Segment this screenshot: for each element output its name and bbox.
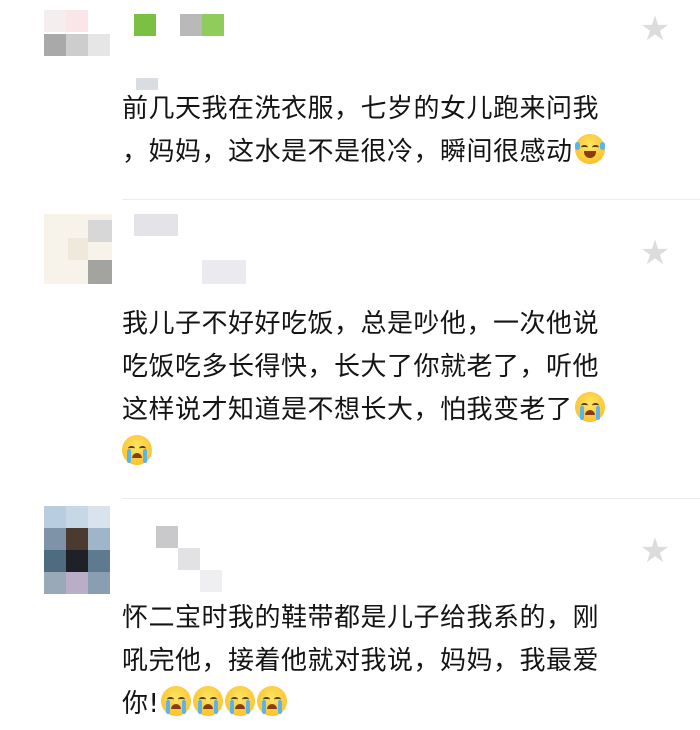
comment-1: ★ 前几天我在洗衣服，七岁的女儿跑来问我 ，妈妈，这水是不是很冷，瞬间很感动 <box>0 0 700 200</box>
username-blurred[interactable] <box>156 526 246 596</box>
star-icon[interactable]: ★ <box>636 10 674 48</box>
username-blurred[interactable] <box>134 214 254 284</box>
star-icon[interactable]: ★ <box>636 234 674 272</box>
crying-emoji <box>193 686 224 716</box>
comment-line: 吃饭吃多长得快，长大了你就老了，听他 <box>122 352 600 382</box>
comment-text: 怀二宝时我的鞋带都是儿子给我系的，刚 吼完他，接着他就对我说，妈妈，我最爱 你! <box>122 597 682 726</box>
crying-emoji <box>574 392 605 422</box>
star-icon[interactable]: ★ <box>636 532 674 570</box>
comment-line: 吼完他，接着他就对我说，妈妈，我最爱 <box>122 646 600 676</box>
comment-3: ★ 怀二宝时我的鞋带都是儿子给我系的，刚 吼完他，接着他就对我说，妈妈，我最爱 … <box>0 500 700 730</box>
username-blurred[interactable] <box>134 14 234 38</box>
comment-text: 我儿子不好好吃饭，总是吵他，一次他说 吃饭吃多长得快，长大了你就老了，听他 这样… <box>122 303 682 475</box>
comment-line: 怀二宝时我的鞋带都是儿子给我系的，刚 <box>122 603 600 633</box>
crying-emoji <box>225 686 256 716</box>
crying-emoji <box>122 435 152 465</box>
comment-line <box>122 432 682 475</box>
comment-line: 这样说才知道是不想长大，怕我变老了 <box>122 389 682 432</box>
laughing-with-tears-emoji <box>574 134 605 164</box>
divider <box>122 498 700 499</box>
comment-2: ★ 我儿子不好好吃饭，总是吵他，一次他说 吃饭吃多长得快，长大了你就老了，听他 … <box>0 200 700 500</box>
crying-emoji <box>257 686 288 716</box>
comment-line: ，妈妈，这水是不是很冷，瞬间很感动 <box>122 131 682 174</box>
comment-line: 你! <box>122 683 682 726</box>
comment-text: 前几天我在洗衣服，七岁的女儿跑来问我 ，妈妈，这水是不是很冷，瞬间很感动 <box>122 88 682 174</box>
avatar[interactable] <box>44 214 112 294</box>
comment-line: 前几天我在洗衣服，七岁的女儿跑来问我 <box>122 94 600 124</box>
crying-emoji <box>161 686 192 716</box>
avatar[interactable] <box>44 10 112 90</box>
comment-line: 我儿子不好好吃饭，总是吵他，一次他说 <box>122 309 600 339</box>
avatar[interactable] <box>44 506 112 594</box>
